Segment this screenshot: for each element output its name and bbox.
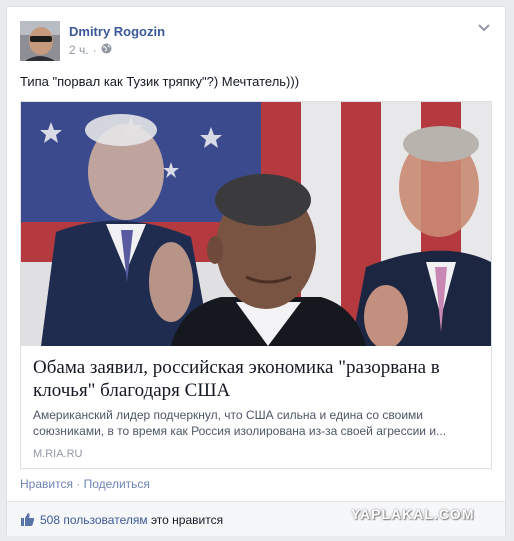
news-photo[interactable] — [21, 102, 491, 346]
post-actions: Нравится · Поделиться — [20, 477, 150, 491]
share-link[interactable]: Поделиться — [84, 477, 150, 491]
globe-icon[interactable] — [101, 43, 112, 57]
card-description: Американский лидер подчеркнул, что США с… — [33, 408, 447, 438]
post-time[interactable]: 2 ч. — [69, 43, 89, 57]
card-domain: M.RIA.RU — [33, 448, 83, 460]
likes-summary: 508 пользователям это нравится — [40, 513, 223, 527]
link-preview-card[interactable]: Обама заявил, российская экономика "разо… — [20, 101, 492, 469]
actions-separator: · — [72, 477, 84, 491]
avatar[interactable] — [20, 21, 60, 61]
likes-suffix: это нравится — [147, 513, 224, 527]
watermark: YAPLAKAL.COM — [351, 506, 475, 522]
post-meta: 2 ч. · — [69, 43, 112, 57]
like-link[interactable]: Нравится — [20, 477, 73, 491]
likes-count-link[interactable]: 508 пользователям — [40, 513, 148, 527]
meta-dot: · — [92, 43, 97, 57]
card-title[interactable]: Обама заявил, российская экономика "разо… — [33, 356, 481, 402]
thumbs-up-icon — [20, 512, 35, 527]
post-text: Типа "порвал как Тузик тряпку"?) Мечтате… — [20, 74, 300, 89]
likes-bar: 508 пользователям это нравится YAPLAKAL.… — [7, 501, 505, 536]
facebook-post: Dmitry Rogozin 2 ч. · Типа "порвал как Т… — [6, 6, 506, 536]
chevron-down-icon[interactable] — [477, 21, 491, 35]
author-name[interactable]: Dmitry Rogozin — [69, 24, 165, 39]
